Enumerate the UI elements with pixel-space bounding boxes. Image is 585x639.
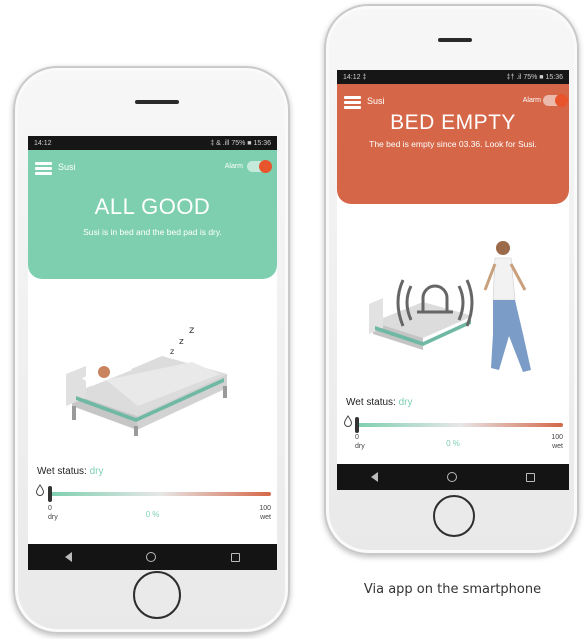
- drop-icon: [343, 415, 353, 427]
- alarm-label: Alarm: [522, 97, 541, 104]
- alarm-label: Alarm: [224, 163, 243, 170]
- gauge-max: 100 wet: [259, 505, 271, 521]
- status-title: ALL GOOD: [94, 194, 211, 219]
- app-screen-all-good: 14:12 ‡ & .ill 75% ■ 15:36 Susi Alarm AL…: [28, 136, 277, 570]
- sleeping-in-bed-illustration: z z z: [66, 325, 227, 436]
- status-bar: 14:12 ‡ ‡† .il 75% ■ 15:36: [337, 70, 569, 84]
- status-message: The bed is empty since 03.36. Look for S…: [369, 139, 537, 149]
- status-header: Susi Alarm BED EMPTY The bed is empty si…: [337, 84, 569, 204]
- home-icon[interactable]: [446, 472, 457, 482]
- user-name: Susi: [58, 162, 76, 172]
- gauge-marker: [48, 486, 52, 502]
- status-indicators: ‡† .il 75% ■ 15:36: [506, 73, 563, 81]
- wet-status-value: dry: [89, 466, 104, 477]
- status-time: 14:12: [34, 139, 52, 147]
- svg-text:z: z: [189, 325, 194, 336]
- wetness-gauge: [355, 417, 563, 433]
- home-button[interactable]: [133, 571, 181, 619]
- speaker-grille: [438, 38, 472, 42]
- status-title: BED EMPTY: [390, 111, 516, 134]
- speaker-grille: [135, 100, 179, 104]
- smartphone-right: 14:12 ‡ ‡† .il 75% ■ 15:36 Susi Alarm BE…: [324, 4, 579, 555]
- user-name: Susi: [367, 96, 385, 106]
- android-nav-bar: [28, 544, 277, 570]
- menu-icon[interactable]: [344, 96, 361, 109]
- android-nav-bar: [337, 464, 569, 490]
- svg-text:z: z: [179, 337, 184, 347]
- caption: Via app on the smartphone: [363, 582, 542, 597]
- status-bar: 14:12 ‡ & .ill 75% ■ 15:36: [28, 136, 277, 150]
- home-button[interactable]: [433, 495, 475, 537]
- status-header: Susi Alarm ALL GOOD Susi is in bed and t…: [28, 150, 277, 279]
- smartphone-left: 14:12 ‡ & .ill 75% ■ 15:36 Susi Alarm AL…: [13, 66, 290, 634]
- recent-apps-icon[interactable]: [525, 472, 535, 482]
- wet-status-value: dry: [398, 397, 413, 408]
- wetness-percent: 0 %: [145, 510, 160, 519]
- status-indicators: ‡ & .ill 75% ■ 15:36: [210, 139, 271, 147]
- bed-empty-illustration: [369, 241, 531, 372]
- gauge-marker: [355, 417, 359, 433]
- wet-status-label: Wet status: dry: [346, 397, 413, 408]
- menu-icon[interactable]: [35, 162, 52, 175]
- wetness-gauge: [48, 486, 271, 502]
- status-message: Susi is in bed and the bed pad is dry.: [83, 227, 222, 237]
- wet-status-label: Wet status: dry: [37, 466, 104, 477]
- alarm-toggle[interactable]: [543, 94, 568, 107]
- wetness-percent: 0 %: [446, 439, 460, 448]
- gauge-max: 100 wet: [551, 434, 563, 450]
- recent-apps-icon[interactable]: [230, 552, 240, 562]
- home-icon[interactable]: [146, 552, 157, 562]
- svg-text:z: z: [170, 347, 174, 356]
- back-icon[interactable]: [371, 472, 379, 482]
- app-screen-bed-empty: 14:12 ‡ ‡† .il 75% ■ 15:36 Susi Alarm BE…: [337, 70, 569, 490]
- status-time: 14:12 ‡: [343, 73, 367, 81]
- drop-icon: [35, 484, 45, 496]
- alarm-toggle[interactable]: [247, 160, 272, 173]
- back-icon[interactable]: [65, 552, 73, 562]
